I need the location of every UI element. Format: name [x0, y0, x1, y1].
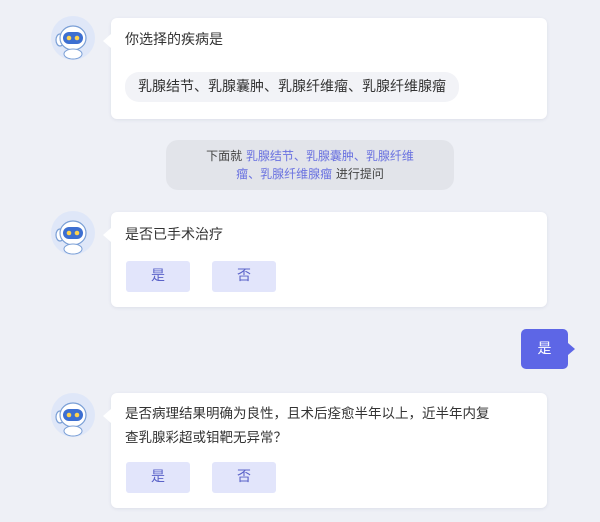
bot-message-surgery-question: 是否已手术治疗 是 否 — [103, 212, 547, 307]
notice-diseases-line1: 乳腺结节、乳腺囊肿、乳腺纤维 — [245, 149, 414, 163]
robot-avatar-icon — [51, 211, 95, 255]
bot-message-pathology-question: 是否病理结果明确为良性，且术后痊愈半年以上，近半年内复 查乳腺彩超或钼靶无异常？… — [103, 393, 547, 508]
robot-avatar-icon — [51, 393, 95, 437]
system-notice: 下面就 乳腺结节、乳腺囊肿、乳腺纤维 瘤、乳腺纤维腺瘤 进行提问 — [166, 140, 454, 190]
disease-prompt-text: 你选择的疾病是 — [125, 32, 223, 48]
robot-avatar-icon — [51, 16, 95, 60]
notice-diseases-line2: 瘤、乳腺纤维腺瘤 — [236, 167, 333, 181]
question-text: 是否已手术治疗 — [125, 227, 223, 243]
bot-message-disease-selection: 你选择的疾病是 乳腺结节、乳腺囊肿、乳腺纤维瘤、乳腺纤维腺瘤 — [103, 18, 547, 119]
yes-button[interactable]: 是 — [126, 462, 190, 493]
user-reply-bubble: 是 — [521, 329, 575, 369]
no-button[interactable]: 否 — [212, 261, 276, 292]
notice-suffix: 进行提问 — [335, 167, 384, 181]
question-text-line2: 查乳腺彩超或钼靶无异常？ — [125, 430, 287, 446]
notice-prefix: 下面就 — [206, 149, 243, 163]
yes-button[interactable]: 是 — [126, 261, 190, 292]
no-button[interactable]: 否 — [212, 462, 276, 493]
question-text-line1: 是否病理结果明确为良性，且术后痊愈半年以上，近半年内复 — [125, 406, 490, 422]
selected-diseases-chip: 乳腺结节、乳腺囊肿、乳腺纤维瘤、乳腺纤维腺瘤 — [125, 72, 459, 102]
